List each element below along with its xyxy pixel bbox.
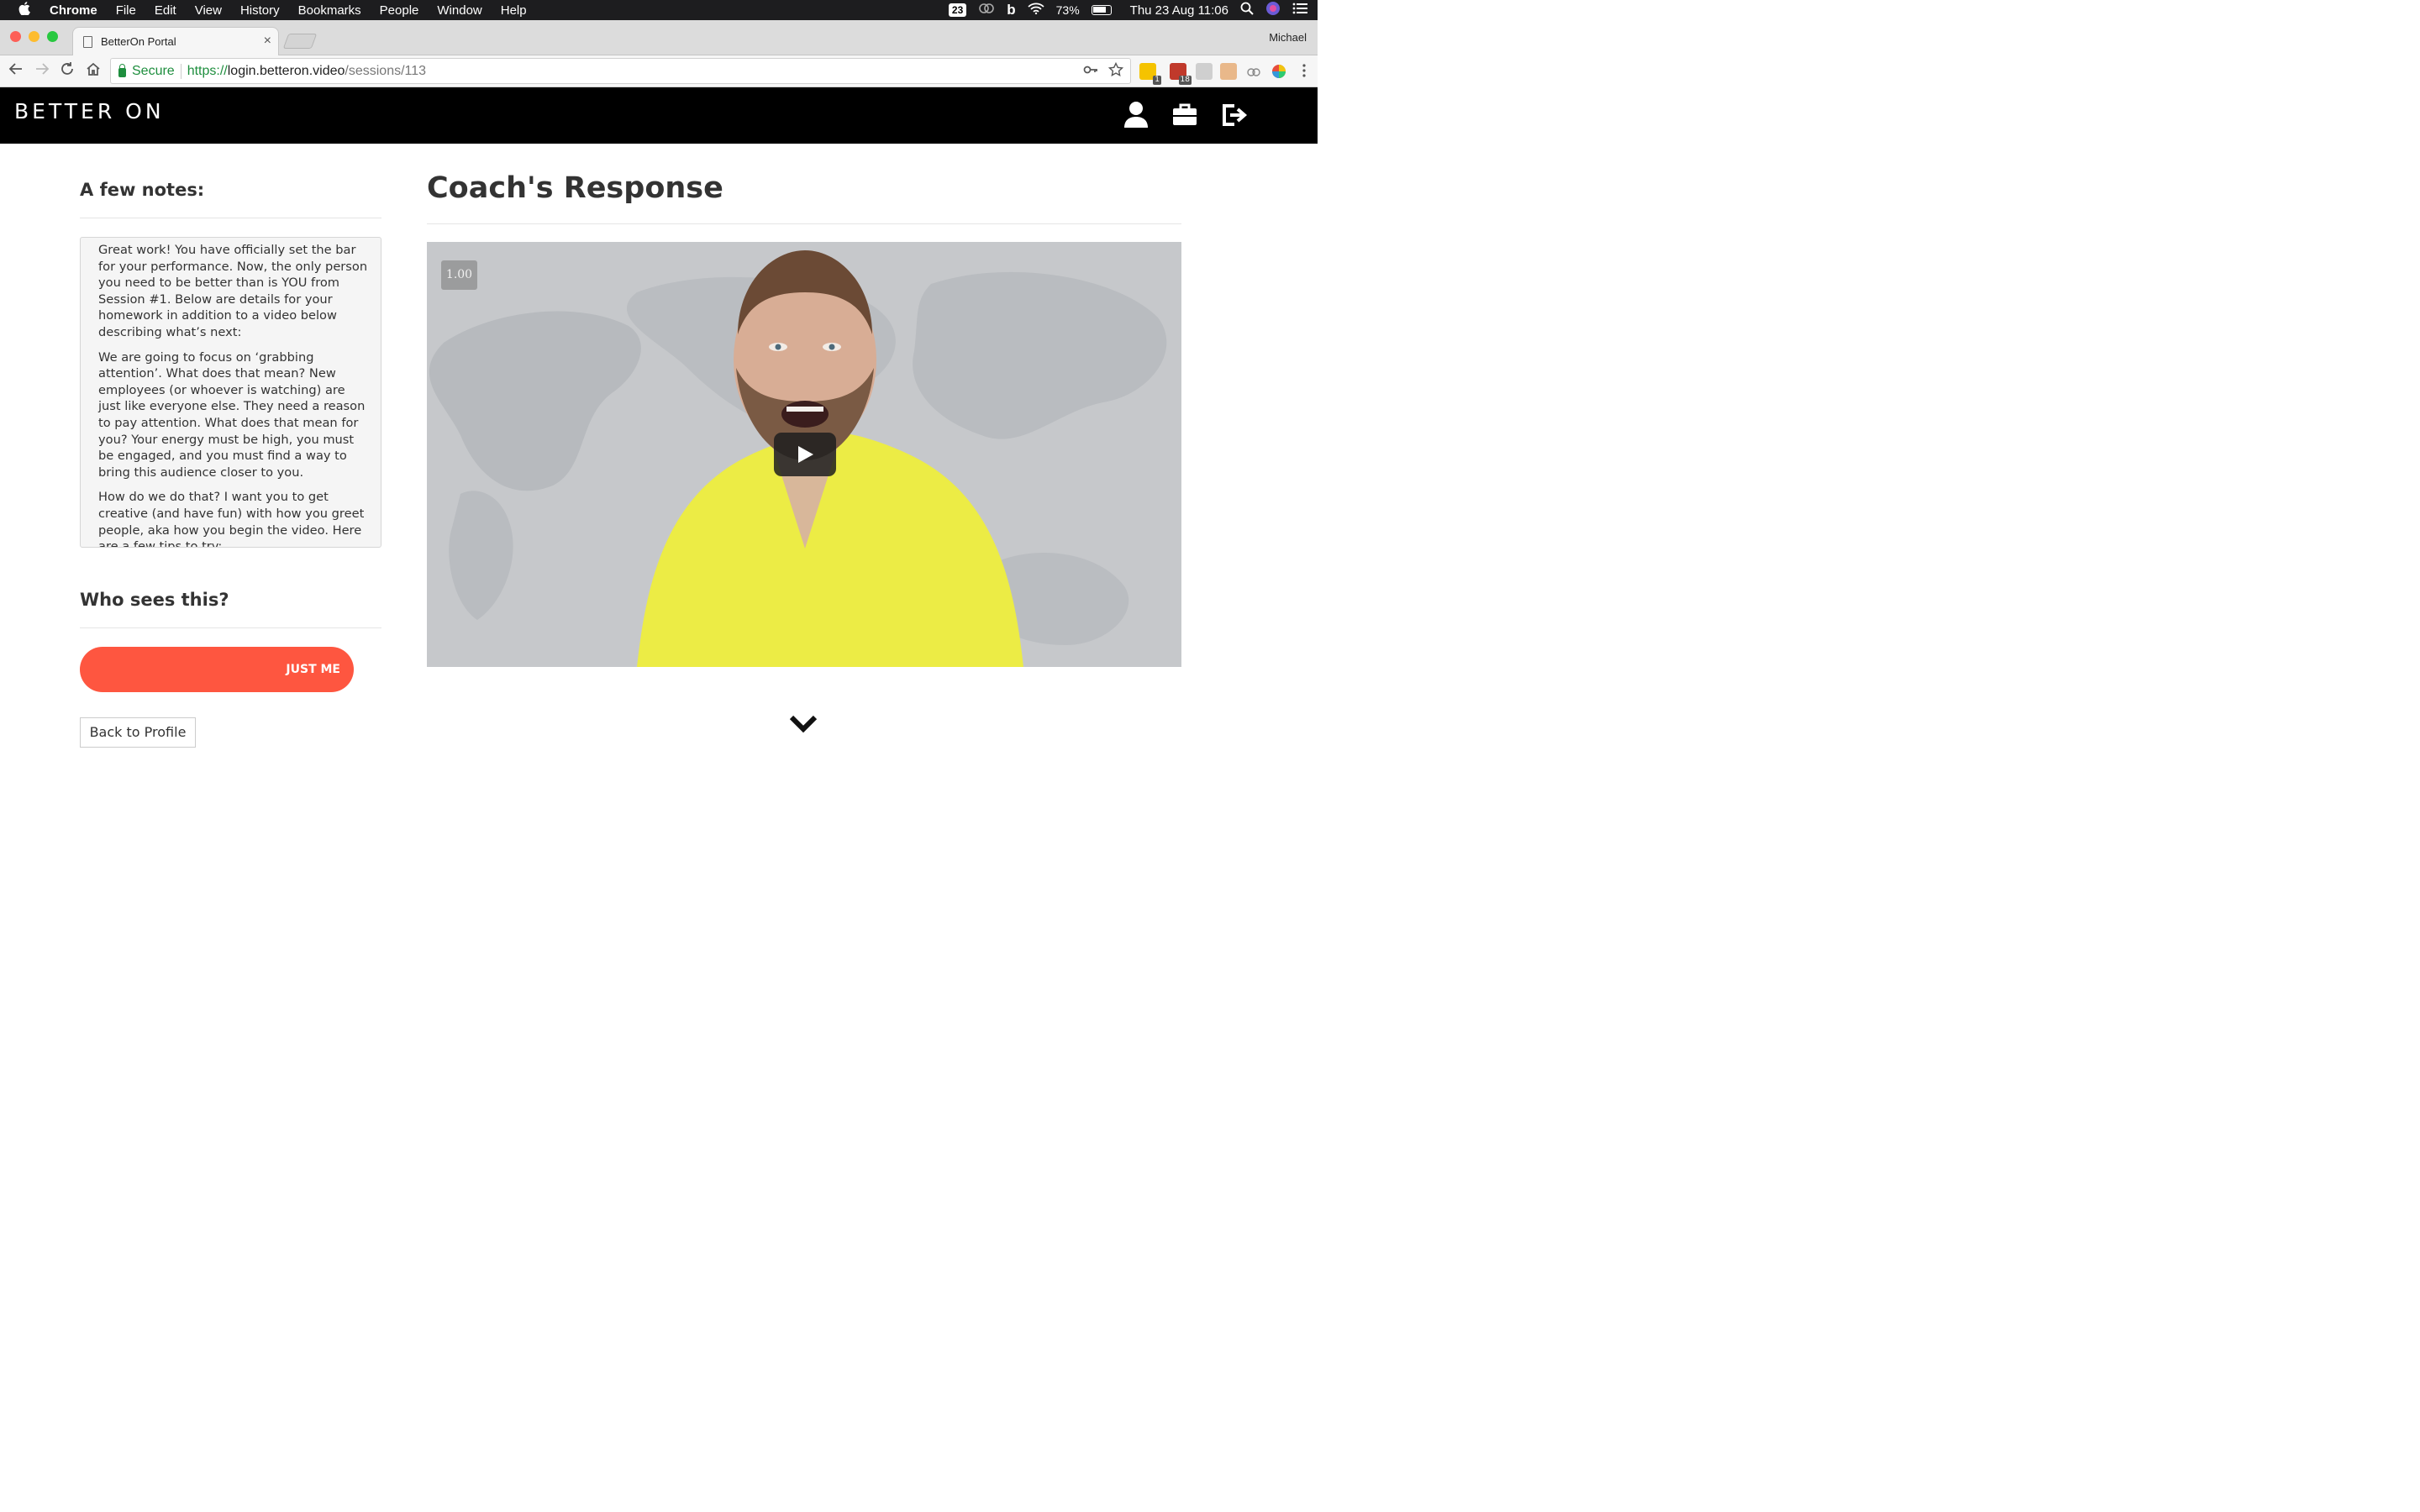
menu-view[interactable]: View (195, 3, 222, 18)
notes-heading: A few notes: (80, 180, 205, 200)
visibility-heading: Who sees this? (80, 590, 229, 610)
battery-percent: 73% (1055, 3, 1080, 17)
extension-cloud-icon[interactable] (1245, 63, 1262, 80)
key-icon[interactable] (1083, 62, 1098, 81)
calendar-badge[interactable]: 23 (948, 3, 967, 17)
extension-calendar-icon[interactable]: 18 (1170, 63, 1192, 85)
page-title: Coach's Response (427, 171, 723, 205)
notes-paragraph: How do we do that? I want you to get cre… (98, 490, 365, 548)
zoom-window-button[interactable] (47, 31, 58, 42)
star-icon[interactable] (1107, 61, 1124, 81)
menu-history[interactable]: History (240, 3, 280, 18)
home-icon[interactable] (83, 61, 103, 81)
chrome-menu-icon[interactable] (1302, 64, 1306, 81)
wifi-icon[interactable] (1028, 3, 1044, 18)
extension-color-wheel-icon[interactable] (1270, 63, 1287, 80)
browser-tab-strip: BetterOn Portal × Michael (0, 20, 1318, 55)
address-bar[interactable]: Secure https:// login.betteron.video /se… (110, 58, 1131, 84)
tab-close-icon[interactable]: × (264, 34, 271, 49)
profile-user-icon[interactable] (1122, 99, 1150, 131)
macos-menu-bar: Chrome File Edit View History Bookmarks … (0, 0, 1318, 20)
menu-people[interactable]: People (380, 3, 419, 18)
b-app-icon[interactable]: b (1007, 2, 1015, 18)
battery-icon[interactable] (1091, 5, 1112, 15)
visibility-divider (80, 627, 381, 628)
visibility-toggle-button[interactable]: JUST ME (80, 647, 354, 692)
status-area: 23 b 73% Thu 23 Aug 11:06 (948, 0, 1307, 20)
extension-face-icon[interactable] (1220, 63, 1237, 80)
back-to-profile-button[interactable]: Back to Profile (80, 717, 196, 748)
url-separator (180, 63, 182, 79)
brand-logo[interactable]: BETTER ON (14, 99, 165, 123)
menu-bookmarks[interactable]: Bookmarks (298, 3, 361, 18)
extension-notes-icon[interactable]: 1 (1139, 63, 1161, 85)
notes-text-box[interactable]: Great work! You have officially set the … (80, 237, 381, 548)
play-button[interactable] (774, 433, 836, 476)
menu-window[interactable]: Window (437, 3, 481, 18)
minimize-window-button[interactable] (29, 31, 39, 42)
siri-icon[interactable] (1265, 1, 1281, 19)
notes-paragraph: Great work! You have officially set the … (98, 243, 368, 339)
briefcase-icon[interactable] (1171, 99, 1199, 131)
menu-help[interactable]: Help (501, 3, 527, 18)
logout-icon[interactable] (1220, 99, 1249, 131)
spotlight-icon[interactable] (1240, 2, 1254, 18)
menu-app-chrome[interactable]: Chrome (50, 3, 97, 18)
active-tab[interactable]: BetterOn Portal × (72, 27, 279, 55)
menu-edit[interactable]: Edit (155, 3, 176, 18)
url-scheme: https:// (187, 63, 228, 78)
new-tab-button[interactable] (282, 34, 318, 49)
tab-title: BetterOn Portal (101, 35, 176, 48)
notes-paragraph: We are going to focus on ‘grabbing atten… (98, 349, 366, 480)
lock-icon[interactable] (118, 64, 126, 77)
chevron-down-icon[interactable] (788, 711, 818, 736)
creative-cloud-icon[interactable] (978, 3, 995, 18)
extension-grey-icon[interactable] (1196, 63, 1213, 80)
app-navbar: BETTER ON (0, 87, 1318, 144)
apple-icon[interactable] (18, 1, 37, 19)
browser-toolbar: Secure https:// login.betteron.video /se… (0, 55, 1318, 87)
video-player[interactable]: 1.00 (427, 242, 1181, 667)
profile-name[interactable]: Michael (1269, 31, 1307, 44)
forward-arrow-icon[interactable] (32, 61, 52, 81)
url-host: login.betteron.video (227, 63, 345, 78)
title-divider (427, 223, 1181, 224)
close-window-button[interactable] (10, 31, 21, 42)
back-arrow-icon[interactable] (6, 61, 26, 81)
reload-icon[interactable] (57, 61, 77, 81)
url-path: /sessions/113 (345, 63, 427, 78)
omnibox-actions (1083, 61, 1124, 81)
secure-label[interactable]: Secure (132, 64, 175, 79)
page-icon (83, 35, 92, 48)
clock[interactable]: Thu 23 Aug 11:06 (1130, 3, 1228, 18)
menu-file[interactable]: File (116, 3, 136, 18)
playback-speed-indicator[interactable]: 1.00 (441, 260, 477, 290)
notification-center-icon[interactable] (1292, 3, 1307, 18)
